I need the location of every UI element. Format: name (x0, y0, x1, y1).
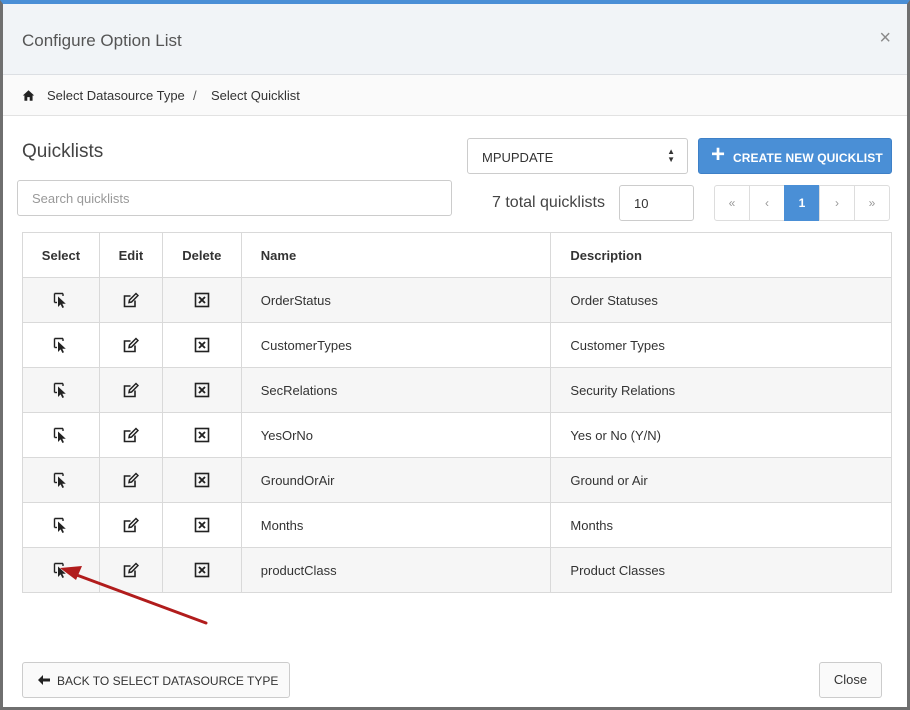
select-cell (22, 457, 100, 503)
delete-cell (161, 277, 242, 323)
delete-icon[interactable] (194, 517, 210, 533)
table-row: GroundOrAir Ground or Air (22, 457, 892, 503)
select-cell (22, 277, 100, 323)
breadcrumb-select-quicklist: Select Quicklist (211, 88, 300, 103)
name-cell: productClass (240, 547, 552, 593)
select-cell (22, 502, 100, 548)
delete-icon[interactable] (194, 382, 210, 398)
edit-cell (98, 457, 163, 503)
modal-title: Configure Option List (22, 31, 182, 50)
table-row: OrderStatus Order Statuses (22, 277, 892, 323)
edit-cell (98, 277, 163, 323)
close-button[interactable]: Close (819, 662, 882, 698)
delete-cell (161, 322, 242, 368)
delete-cell (161, 547, 242, 593)
create-new-quicklist-label: CREATE NEW QUICKLIST (733, 151, 883, 165)
edit-cell (98, 412, 163, 458)
breadcrumb-separator: / (193, 88, 197, 103)
arrow-left-icon (38, 675, 50, 685)
header-name: Name (240, 232, 552, 278)
back-button-label: BACK TO SELECT DATASOURCE TYPE (57, 674, 279, 688)
table-row: CustomerTypes Customer Types (22, 322, 892, 368)
select-cell (22, 412, 100, 458)
cursor-select-icon[interactable] (53, 427, 69, 444)
edit-icon[interactable] (123, 337, 139, 353)
datasource-select-value: MPUPDATE (482, 150, 554, 165)
pagination-next[interactable]: › (819, 185, 855, 221)
name-cell: SecRelations (240, 367, 552, 413)
description-cell: Security Relations (550, 367, 892, 413)
edit-icon[interactable] (123, 292, 139, 308)
header-description: Description (550, 232, 892, 278)
delete-icon[interactable] (194, 562, 210, 578)
back-to-select-datasource-type-button[interactable]: BACK TO SELECT DATASOURCE TYPE (22, 662, 290, 698)
home-icon[interactable] (22, 89, 35, 102)
cursor-select-icon[interactable] (53, 562, 69, 579)
edit-cell (98, 547, 163, 593)
table-row: SecRelations Security Relations (22, 367, 892, 413)
search-input[interactable] (17, 180, 452, 216)
cursor-select-icon[interactable] (53, 337, 69, 354)
modal-header: Configure Option List × (3, 4, 907, 75)
delete-cell (161, 367, 242, 413)
description-cell: Yes or No (Y/N) (550, 412, 892, 458)
edit-icon[interactable] (123, 517, 139, 533)
select-cell (22, 367, 100, 413)
name-cell: CustomerTypes (240, 322, 552, 368)
configure-option-list-modal: Configure Option List × Select Datasourc… (0, 0, 910, 710)
description-cell: Product Classes (550, 547, 892, 593)
header-select: Select (22, 232, 100, 278)
create-new-quicklist-button[interactable]: + CREATE NEW QUICKLIST (698, 138, 892, 174)
delete-cell (161, 412, 242, 458)
quicklists-title: Quicklists (22, 141, 104, 162)
description-cell: Ground or Air (550, 457, 892, 503)
delete-icon[interactable] (194, 337, 210, 353)
cursor-select-icon[interactable] (53, 292, 69, 309)
description-cell: Months (550, 502, 892, 548)
select-cell (22, 547, 100, 593)
quicklists-table: Select Edit Delete Name Description Orde… (22, 232, 892, 593)
cursor-select-icon[interactable] (53, 382, 69, 399)
table-header-row: Select Edit Delete Name Description (22, 232, 892, 278)
edit-cell (98, 322, 163, 368)
description-cell: Customer Types (550, 322, 892, 368)
select-cell (22, 322, 100, 368)
delete-cell (161, 457, 242, 503)
edit-cell (98, 502, 163, 548)
cursor-select-icon[interactable] (53, 472, 69, 489)
name-cell: YesOrNo (240, 412, 552, 458)
edit-icon[interactable] (123, 562, 139, 578)
header-delete: Delete (161, 232, 242, 278)
cursor-select-icon[interactable] (53, 517, 69, 534)
table-row: Months Months (22, 502, 892, 548)
page-size-input[interactable]: 10 (619, 185, 694, 221)
edit-icon[interactable] (123, 472, 139, 488)
datasource-select[interactable]: MPUPDATE ▲ ▼ (467, 138, 688, 174)
total-quicklists-count: 7 total quicklists (492, 194, 605, 211)
edit-icon[interactable] (123, 427, 139, 443)
delete-icon[interactable] (194, 292, 210, 308)
pagination: « ‹ 1 › » (714, 185, 890, 221)
name-cell: OrderStatus (240, 277, 552, 323)
pagination-current-page[interactable]: 1 (784, 185, 820, 221)
delete-cell (161, 502, 242, 548)
edit-icon[interactable] (123, 382, 139, 398)
delete-icon[interactable] (194, 427, 210, 443)
name-cell: Months (240, 502, 552, 548)
close-icon[interactable]: × (879, 28, 891, 48)
pagination-last[interactable]: » (854, 185, 890, 221)
breadcrumb: Select Datasource Type / Select Quicklis… (3, 75, 907, 116)
pagination-first[interactable]: « (714, 185, 750, 221)
name-cell: GroundOrAir (240, 457, 552, 503)
pagination-prev[interactable]: ‹ (749, 185, 785, 221)
header-edit: Edit (98, 232, 163, 278)
table-row: YesOrNo Yes or No (Y/N) (22, 412, 892, 458)
delete-icon[interactable] (194, 472, 210, 488)
edit-cell (98, 367, 163, 413)
plus-icon: + (711, 141, 726, 168)
breadcrumb-select-datasource-type[interactable]: Select Datasource Type (47, 88, 185, 103)
table-row: productClass Product Classes (22, 547, 892, 593)
description-cell: Order Statuses (550, 277, 892, 323)
sort-arrows-icon: ▲ ▼ (667, 147, 675, 164)
